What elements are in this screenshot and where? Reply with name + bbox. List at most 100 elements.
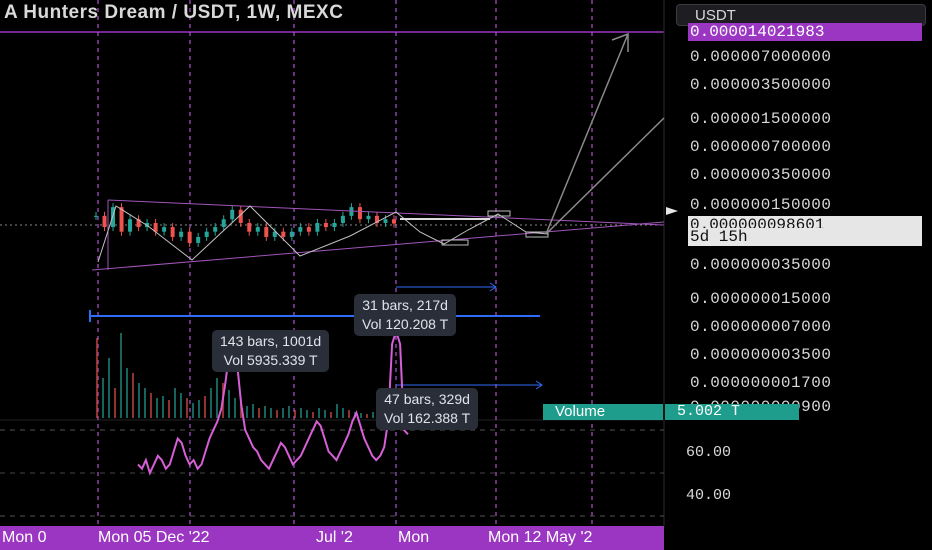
time-label-1: Mon 05 Dec '22 (98, 529, 210, 546)
volume-bar (162, 396, 164, 418)
chart-root: { "header": { "title": "A Hunters Dream … (0, 0, 932, 550)
volume-bar (204, 396, 206, 418)
price-label: 0.000007000000 (690, 48, 832, 66)
volume-bar (102, 378, 104, 418)
candle-body (383, 219, 388, 223)
volume-bar (186, 398, 188, 418)
candle-body (255, 227, 260, 232)
measurement-label-3: 47 bars, 329d Vol 162.388 T (376, 388, 479, 430)
candle-body (170, 227, 175, 237)
rsi-label-40: 40.00 (686, 487, 732, 504)
volume-bar (312, 412, 314, 418)
volume-legend-value: 5.002 T (665, 404, 799, 420)
candle-body (94, 215, 98, 217)
candle-body (179, 231, 184, 237)
price-label: 0.000001500000 (690, 110, 832, 128)
volume-bar (360, 413, 362, 418)
volume-bar (282, 408, 284, 418)
volume-bar (150, 393, 152, 418)
candle-body (187, 231, 192, 243)
volume-bar (300, 408, 302, 418)
volume-bar (276, 410, 278, 418)
volume-bar (174, 388, 176, 418)
measurement-3-bars: 47 bars, 329d (384, 391, 470, 407)
volume-bar (216, 378, 218, 418)
measurement-1-bars: 31 bars, 217d (362, 297, 448, 313)
time-label-3: Mon (398, 529, 430, 546)
volume-bar (210, 388, 212, 418)
candle-body (332, 222, 337, 228)
volume-bar (132, 373, 134, 418)
measurement-1-vol: Vol 120.208 T (362, 316, 449, 332)
volume-bar (372, 412, 374, 418)
measurement-label-2: 143 bars, 1001d Vol 5935.339 T (212, 330, 330, 372)
volume-bar (288, 406, 290, 418)
candle-body (306, 227, 311, 232)
projection-box-2 (487, 210, 511, 217)
candle-body (298, 227, 303, 232)
candle-body (230, 209, 235, 220)
volume-bar (228, 390, 230, 418)
time-label-2: Jul '2 (316, 529, 353, 546)
projection-arrow-up (545, 33, 629, 235)
time-label-0: Mon 0 (2, 529, 47, 546)
candle-body (392, 219, 396, 224)
price-label: 0.000000015000 (690, 290, 832, 308)
candle-body (357, 207, 362, 220)
volume-bar (246, 406, 248, 418)
price-label: 0.000000003500 (690, 346, 832, 364)
volume-bar (252, 404, 254, 418)
candle-body (102, 215, 107, 228)
volume-bar (348, 410, 350, 418)
top-price-tag: 0.000014021983 (688, 23, 922, 41)
projection-arrow-mid (545, 117, 665, 235)
zigzag-pattern (97, 205, 549, 263)
volume-bar (318, 408, 320, 418)
volume-bar (324, 410, 326, 418)
candle-body (264, 227, 269, 237)
price-flag-icon (666, 207, 678, 215)
volume-bar (144, 388, 146, 418)
volume-bar (126, 368, 128, 418)
candle-body (196, 236, 201, 243)
volume-bar (270, 408, 272, 418)
measurement-2-vol: Vol 5935.339 T (223, 352, 318, 368)
wedge-lower-line (91, 221, 665, 271)
volume-bar (96, 338, 98, 418)
volume-bar (120, 333, 122, 418)
volume-bar (114, 388, 116, 418)
volume-bar (366, 414, 368, 418)
candle-body (281, 231, 286, 237)
chart-title: A Hunters Dream / USDT, 1W, MEXC (4, 2, 344, 23)
volume-bar (330, 412, 332, 418)
volume-legend-label: Volume (543, 404, 663, 420)
candle-body (315, 222, 320, 232)
candle-body (128, 219, 133, 232)
price-label: 0.000000700000 (690, 138, 832, 156)
measurement-label-1: 31 bars, 217d Vol 120.208 T (354, 294, 457, 336)
volume-bar (342, 408, 344, 418)
candle-body (323, 222, 328, 228)
price-label: 0.000000001700 (690, 374, 832, 392)
volume-bar (180, 393, 182, 418)
price-label: 0.000000350000 (690, 166, 832, 184)
candle-body (162, 227, 167, 232)
price-label: 0.000003500000 (690, 76, 832, 94)
volume-bar (168, 400, 170, 418)
bar-countdown: 5d 15h (688, 228, 922, 246)
volume-bar (192, 403, 194, 418)
volume-bar (198, 400, 200, 418)
candle-body (289, 231, 294, 237)
time-label-4: Mon 12 May '2 (488, 529, 593, 546)
volume-bar (306, 410, 308, 418)
volume-bar (294, 410, 296, 418)
candle-body (221, 219, 226, 228)
candle-body (366, 215, 371, 220)
volume-bar (234, 398, 236, 418)
measurement-3-vol: Vol 162.388 T (384, 410, 471, 426)
candle-body (247, 222, 252, 232)
volume-bar (138, 383, 140, 418)
measurement-2-bars: 143 bars, 1001d (220, 333, 322, 349)
volume-bar (336, 404, 338, 418)
volume-bar (108, 358, 110, 418)
